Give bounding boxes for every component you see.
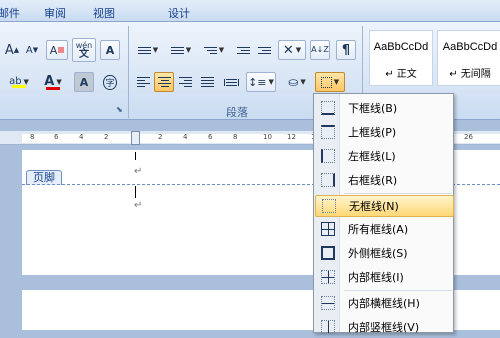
font-color-swatch: [46, 87, 60, 90]
numbering-button[interactable]: ▼: [166, 40, 196, 60]
paragraph-mark: ↵: [134, 200, 143, 211]
grow-font-button[interactable]: A ▲: [2, 40, 22, 60]
borders-button[interactable]: ▼: [315, 72, 345, 92]
multilevel-list-button[interactable]: ▼: [199, 40, 229, 60]
no-border-icon: [322, 199, 336, 213]
asian-layout-icon: ✕: [282, 42, 294, 58]
numbered-list-icon: [170, 46, 184, 54]
border-dropdown-menu: 下框线(B) 上框线(P) 左框线(L) 右框线(R) 无框线(N) 所有框线(…: [313, 93, 454, 334]
highlight-color-swatch: [12, 85, 26, 88]
text-cursor: [135, 152, 136, 160]
menu-item-top-border[interactable]: 上框线(P): [315, 121, 454, 143]
sort-button[interactable]: A↓Z: [310, 40, 330, 60]
menu-item-inside-horizontal-border[interactable]: 内部横框线(H): [315, 292, 454, 314]
align-right-button[interactable]: [175, 72, 195, 92]
enclose-characters-button[interactable]: 字: [100, 72, 120, 92]
asian-layout-button[interactable]: ✕ ▼: [278, 40, 306, 60]
bullets-button[interactable]: ▼: [133, 40, 163, 60]
clear-format-button[interactable]: A: [46, 40, 68, 60]
ribbon-tab-bar: 邮件 审阅 视图 设计: [0, 0, 500, 22]
outside-borders-icon: [321, 246, 335, 260]
justify-button[interactable]: [197, 72, 217, 92]
justify-icon: [200, 77, 214, 87]
align-right-icon: [178, 77, 192, 87]
menu-item-inside-borders[interactable]: 内部框线(I): [315, 266, 454, 288]
tab-mailings[interactable]: 邮件: [0, 5, 20, 21]
distributed-align-icon: [223, 78, 239, 86]
inside-borders-icon: [321, 270, 335, 284]
paragraph-mark: ↵: [134, 166, 143, 177]
increase-indent-icon: [257, 46, 271, 54]
menu-item-all-borders[interactable]: 所有框线(A): [315, 218, 454, 240]
indent-marker[interactable]: [131, 131, 140, 145]
decrease-indent-button[interactable]: [233, 40, 253, 60]
phonetic-guide-button[interactable]: wén 文: [72, 38, 96, 62]
left-border-icon: [321, 149, 335, 163]
line-spacing-icon: ↕≡: [248, 75, 267, 89]
decrease-indent-icon: [236, 46, 250, 54]
bullet-list-icon: [137, 46, 151, 54]
character-shading-button[interactable]: A: [74, 72, 94, 92]
eraser-icon: [58, 47, 65, 53]
tab-review[interactable]: 审阅: [44, 5, 66, 21]
tab-design[interactable]: 设计: [168, 5, 190, 21]
style-no-spacing[interactable]: AaBbCcDd ↵ 无间隔: [437, 30, 500, 86]
inside-horizontal-border-icon: [321, 296, 335, 310]
paragraph-group-label: 段落: [226, 106, 248, 119]
paint-bucket-icon: ⛀: [288, 75, 299, 89]
menu-item-bottom-border[interactable]: 下框线(B): [315, 97, 454, 119]
shrink-font-button[interactable]: A ▼: [22, 40, 42, 60]
align-center-icon: [157, 77, 171, 87]
right-border-icon: [321, 173, 335, 187]
font-dialog-launcher-icon[interactable]: ⬊: [116, 105, 123, 114]
font-color-button[interactable]: A ▼: [38, 72, 68, 92]
inside-vertical-border-icon: [321, 320, 335, 334]
align-left-icon: [136, 77, 150, 87]
text-cursor: [135, 186, 136, 198]
multilevel-list-icon: [203, 46, 217, 54]
menu-item-inside-vertical-border[interactable]: 内部竖框线(V): [315, 316, 454, 338]
shading-button[interactable]: ⛀ ▼: [282, 72, 312, 92]
text-highlight-button[interactable]: ab ▼: [2, 72, 36, 92]
bottom-border-icon: [321, 101, 335, 115]
menu-item-no-border[interactable]: 无框线(N): [315, 195, 454, 217]
menu-item-left-border[interactable]: 左框线(L): [315, 145, 454, 167]
align-left-button[interactable]: [133, 72, 153, 92]
tab-view[interactable]: 视图: [93, 5, 115, 21]
all-borders-icon: [321, 222, 335, 236]
show-hide-marks-button[interactable]: ¶: [336, 40, 356, 60]
top-border-icon: [321, 125, 335, 139]
border-icon: [320, 76, 332, 88]
increase-indent-button[interactable]: [254, 40, 274, 60]
character-border-button[interactable]: A: [100, 40, 120, 60]
footer-label: 页脚: [26, 170, 62, 185]
style-normal[interactable]: AaBbCcDd ↵ 正文: [369, 30, 433, 86]
line-spacing-button[interactable]: ↕≡ ▼: [246, 72, 276, 92]
align-center-button[interactable]: [154, 72, 174, 92]
group-divider: [128, 26, 129, 118]
menu-item-outside-borders[interactable]: 外侧框线(S): [315, 242, 454, 264]
menu-item-right-border[interactable]: 右框线(R): [315, 169, 454, 191]
distributed-align-button[interactable]: [220, 72, 242, 92]
